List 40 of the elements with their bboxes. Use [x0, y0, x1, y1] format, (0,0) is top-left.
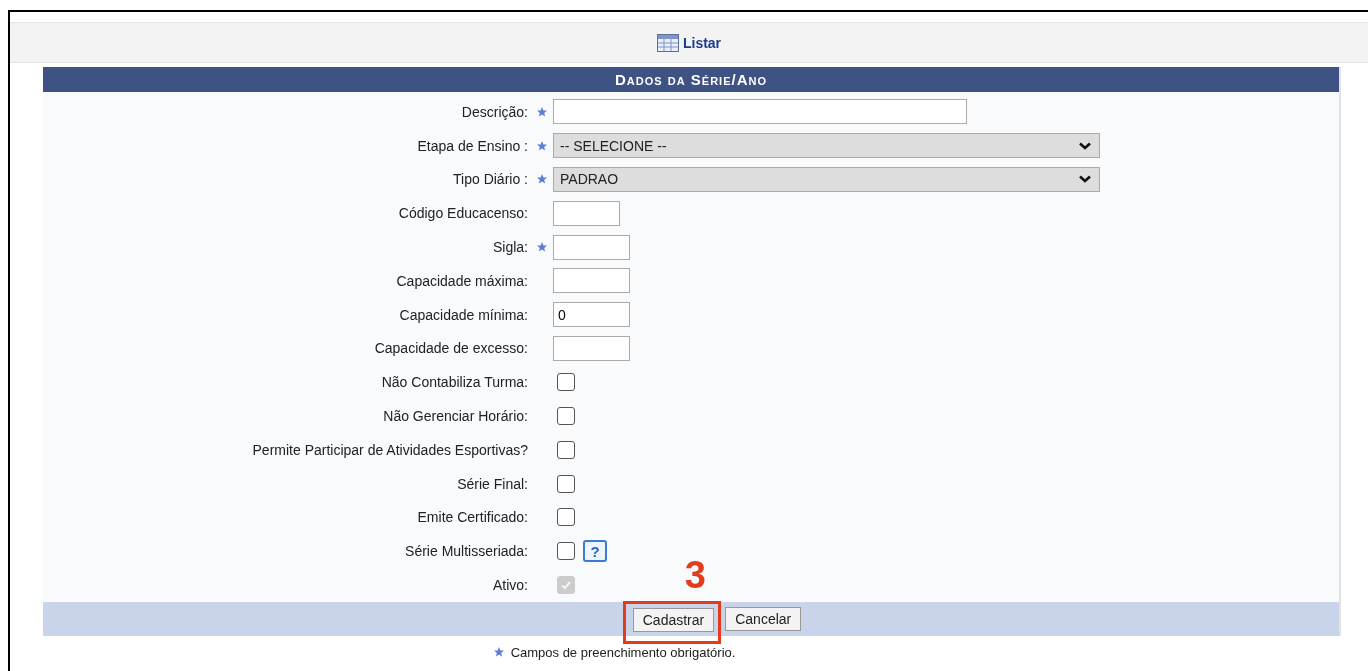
- required-star-icon: [492, 646, 505, 659]
- field-label: Série Final:: [457, 475, 529, 492]
- list-link[interactable]: Listar: [682, 34, 722, 51]
- checkbox[interactable]: [557, 474, 575, 493]
- text-field[interactable]: [553, 335, 630, 361]
- text-field[interactable]: [553, 268, 630, 294]
- chevron-icon: [1079, 141, 1091, 150]
- form-button[interactable]: Cancelar: [725, 606, 802, 631]
- field-label: Capacidade de excesso:: [374, 340, 529, 357]
- field-label: Não Gerenciar Horário:: [383, 408, 529, 425]
- text-field[interactable]: [553, 99, 967, 125]
- field-label: Permite Participar de Atividades Esportivas?: [252, 441, 529, 458]
- field-label: Série Multisseriada:: [405, 543, 529, 560]
- required-fields-note: Campos de preenchimento obrigatório.: [510, 644, 736, 660]
- field-label: Sigla:: [492, 239, 529, 256]
- field-label: Não Contabiliza Turma:: [381, 374, 529, 391]
- checkbox[interactable]: [557, 373, 575, 392]
- panel-header: Dados da Série/Ano: [43, 67, 1339, 92]
- checkbox[interactable]: [557, 542, 575, 561]
- field-label: Código Educacenso:: [398, 205, 529, 222]
- form-button[interactable]: Cadastrar: [632, 607, 715, 632]
- dropdown-field[interactable]: PADRAO: [553, 167, 1100, 192]
- chevron-icon: [1079, 175, 1091, 184]
- checkbox[interactable]: [557, 508, 575, 527]
- field-label: Capacidade máxima:: [396, 272, 529, 289]
- text-field[interactable]: [553, 234, 630, 260]
- step-number: 3: [684, 553, 706, 597]
- text-field[interactable]: [553, 200, 620, 226]
- field-label: Emite Certificado:: [417, 509, 529, 526]
- text-field[interactable]: 0: [553, 302, 630, 328]
- checkbox[interactable]: [557, 407, 575, 426]
- help-button[interactable]: ?: [583, 540, 607, 563]
- field-label: Ativo:: [493, 577, 529, 594]
- checkbox[interactable]: [557, 440, 575, 459]
- field-label: Etapa de Ensino :: [417, 137, 529, 154]
- field-label: Descrição:: [461, 103, 529, 120]
- field-label: Capacidade mínima:: [399, 306, 529, 323]
- table-icon: [656, 33, 679, 52]
- dropdown-field[interactable]: -- SELECIONE --: [553, 133, 1100, 159]
- field-label: Tipo Diário :: [453, 171, 529, 188]
